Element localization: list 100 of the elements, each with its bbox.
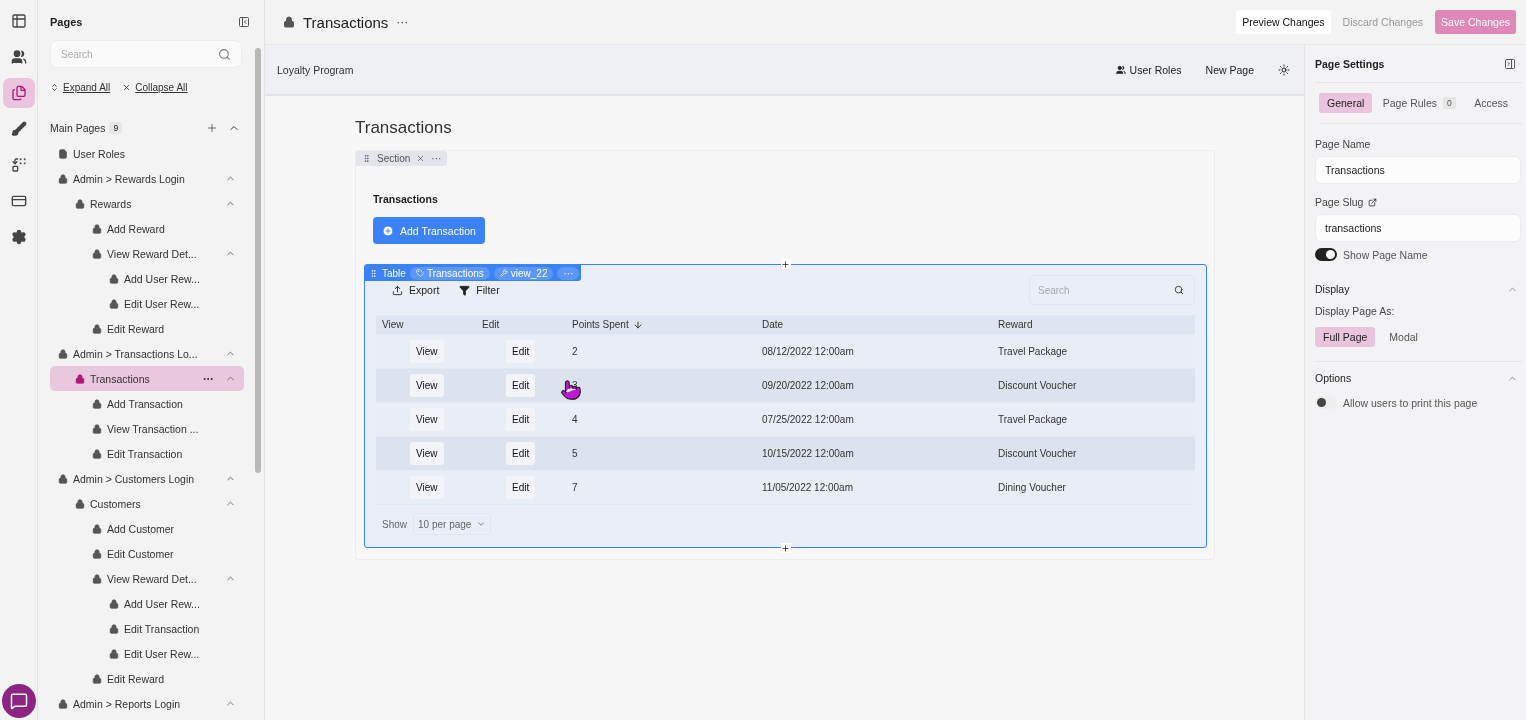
column-header[interactable]: Edit [482, 319, 500, 330]
column-header[interactable]: Points Spent [572, 319, 629, 330]
table-cell-text: Discount Voucher [997, 448, 1078, 459]
page-slug-field[interactable]: transactions [1315, 214, 1521, 242]
drag-handle-icon[interactable] [369, 268, 378, 278]
display-option[interactable]: Modal [1381, 327, 1426, 347]
user-roles-link[interactable]: User Roles [1115, 63, 1182, 76]
table-cell-text: Dining Voucher [997, 482, 1067, 493]
table-cell-text: 5 [571, 448, 579, 459]
page-tree-item[interactable]: User Roles [50, 141, 244, 166]
chat-icon [10, 692, 28, 710]
search-field[interactable]: Search [61, 48, 191, 60]
lock-icon [283, 16, 295, 28]
table-cell-text: 07/25/2022 12:00am [761, 414, 855, 425]
chat-button[interactable] [2, 684, 36, 718]
edit-button[interactable]: Edit [506, 408, 536, 431]
page-name-field[interactable]: Transactions [1315, 156, 1521, 184]
page-tree-item[interactable]: Add Reward [50, 216, 244, 241]
close-icon[interactable] [416, 154, 426, 163]
page-tree-item[interactable]: Edit Reward [50, 666, 244, 691]
page-tree-item[interactable]: Rewards [50, 191, 244, 216]
page-tree-item[interactable]: Edit User Rew... [50, 291, 244, 316]
table-cell-text: 08/12/2022 12:00am [761, 346, 855, 357]
add-below-icon[interactable] [780, 543, 791, 553]
page-tree-item[interactable]: Add User Rew... [50, 266, 244, 291]
page-tree-item[interactable]: Edit User Rew... [50, 641, 244, 666]
column-header[interactable]: Date [762, 319, 784, 330]
toggle-switch[interactable] [1315, 396, 1337, 409]
view-button[interactable]: View [410, 340, 444, 363]
edit-button[interactable]: Edit [506, 374, 536, 397]
page-tree-item[interactable]: Admin > Transactions Lo... [50, 341, 244, 366]
new-page-link[interactable]: New Page [1205, 63, 1254, 76]
page-tree-item[interactable]: Edit Reward [50, 316, 244, 341]
column-header[interactable]: Reward [998, 319, 1033, 330]
users-icon [1115, 64, 1126, 75]
add-transaction-button[interactable]: Add Transaction [373, 217, 485, 244]
section-tag[interactable]: Section ··· [356, 151, 448, 166]
plus-circle-icon [382, 224, 394, 237]
edit-button[interactable]: Edit [506, 442, 536, 465]
chevron-down-icon [476, 519, 487, 529]
page-tree-item[interactable]: Edit Customer [50, 541, 244, 566]
expand-icon [50, 83, 59, 92]
page-tree-item[interactable]: Add Transaction [50, 391, 244, 416]
filter-button[interactable]: Filter [453, 281, 506, 299]
page-tree-item[interactable]: Add User Rew... [50, 591, 244, 616]
table-block[interactable] [364, 264, 1207, 548]
page-tree-item[interactable]: Admin > Customers Login [50, 466, 244, 491]
expand-all-link[interactable]: Expand All [50, 82, 111, 93]
column-header[interactable]: View [382, 319, 404, 330]
view-button[interactable]: View [410, 374, 444, 397]
more-button[interactable]: ··· [431, 153, 442, 164]
group-label: Main Pages [50, 122, 106, 134]
view-button[interactable]: View [410, 476, 444, 499]
table-search-field[interactable]: Search [1038, 284, 1138, 296]
page-tree-item[interactable]: Admin > Reports Login [50, 691, 244, 716]
view-button[interactable]: View [410, 442, 444, 465]
collapse-panel-button[interactable] [238, 16, 250, 28]
drag-handle-icon[interactable] [362, 154, 371, 163]
table-search-box[interactable]: Search [1029, 275, 1195, 305]
page-tree-item[interactable]: View Transaction ... [50, 416, 244, 441]
toggle-switch[interactable] [1315, 248, 1337, 261]
view-button[interactable]: View [410, 408, 444, 431]
display-option[interactable]: Full Page [1315, 327, 1376, 347]
page-tree-item[interactable]: View Reward Det... [50, 241, 244, 266]
preview-changes-button[interactable]: Preview Changes [1236, 10, 1331, 34]
export-button[interactable]: Export [386, 281, 446, 299]
external-link-icon[interactable] [1368, 197, 1378, 207]
page-tree-item[interactable]: Transactions [50, 366, 244, 391]
settings-tab[interactable]: Access [1466, 93, 1516, 113]
add-page-icon[interactable] [206, 122, 218, 134]
tag-label: Table [382, 267, 406, 279]
panel-icon [238, 16, 250, 28]
add-above-icon[interactable] [780, 259, 791, 269]
search-icon [218, 47, 231, 61]
page-tree-item[interactable]: Customers [50, 491, 244, 516]
collapse-panel-button[interactable] [1504, 57, 1516, 70]
edit-button[interactable]: Edit [506, 476, 536, 499]
filter-icon [459, 284, 471, 296]
settings-tab[interactable]: General [1319, 93, 1373, 113]
more-button[interactable]: ··· [396, 15, 409, 29]
tag-icon [415, 269, 424, 277]
sun-icon[interactable] [1278, 63, 1290, 76]
search-box[interactable]: Search [50, 40, 242, 68]
page-tree-item[interactable]: Edit Transaction [50, 441, 244, 466]
page-tree-item[interactable]: Admin > Rewards Login [50, 166, 244, 191]
per-page-dropdown[interactable]: 10 per page [413, 513, 492, 535]
edit-button[interactable]: Edit [506, 340, 536, 363]
section-container[interactable] [355, 150, 1215, 560]
sort-arrow-icon[interactable] [632, 319, 643, 330]
settings-tab[interactable]: Page Rules 0 [1374, 93, 1464, 113]
collapse-all-link[interactable]: Collapse All [122, 82, 188, 93]
page-tree-item[interactable]: Add Customer [50, 516, 244, 541]
page-tree-item[interactable]: Edit Transaction [50, 616, 244, 641]
pages-nav-button[interactable] [2, 78, 35, 108]
table-tag[interactable]: Table Transactions view_22 ··· [365, 265, 582, 281]
panel-title: Page Settings [1315, 57, 1385, 70]
show-label: Show [382, 518, 407, 530]
table-cell-text: 10/15/2022 12:00am [761, 448, 855, 459]
table-cell-text: Travel Package [997, 346, 1069, 357]
page-tree-item[interactable]: View Reward Det... [50, 566, 244, 591]
